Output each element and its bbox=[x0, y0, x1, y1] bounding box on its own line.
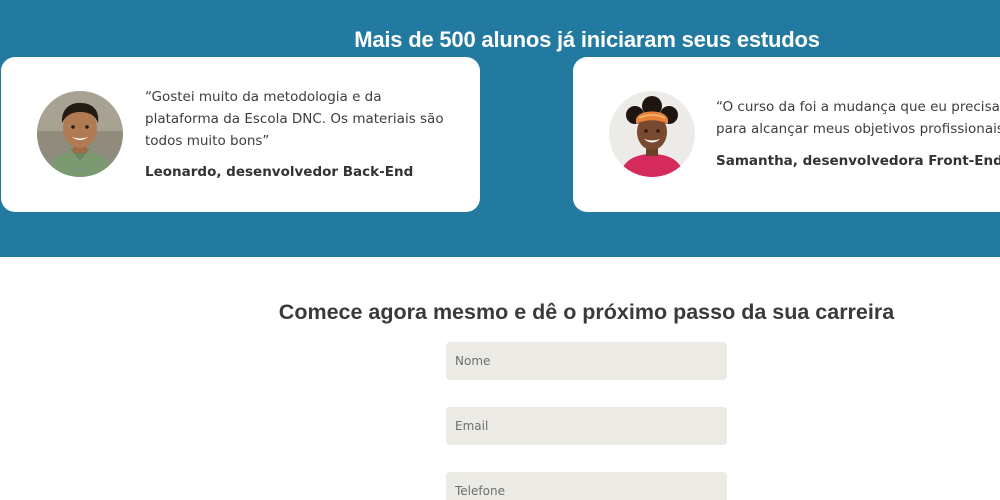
testimonial-author: Leonardo, desenvolvedor Back-End bbox=[145, 164, 414, 180]
testimonial-card: “O curso da foi a mudança que eu precisa… bbox=[573, 57, 1000, 212]
email-field[interactable] bbox=[446, 407, 727, 445]
student-photo-icon bbox=[609, 91, 695, 177]
testimonial-quote-line: para alcançar meus objetivos profissiona… bbox=[716, 121, 1000, 137]
testimonials-title: Mais de 500 alunos já iniciaram seus est… bbox=[354, 27, 820, 53]
testimonial-quote: “O curso da foi a mudança que eu precisa… bbox=[716, 96, 1000, 140]
phone-field[interactable] bbox=[446, 472, 727, 500]
testimonial-quote: “Gostei muito da metodologia e da plataf… bbox=[145, 89, 444, 149]
name-field[interactable] bbox=[446, 342, 727, 380]
avatar-illustration-leonardo bbox=[37, 91, 123, 177]
avatar-illustration-samantha bbox=[609, 91, 695, 177]
landing-page: Mais de 500 alunos já iniciaram seus est… bbox=[0, 0, 1000, 500]
testimonial-author: Samantha, desenvolvedora Front-End bbox=[716, 153, 1000, 169]
signup-title: Comece agora mesmo e dê o próximo passo … bbox=[278, 299, 895, 324]
testimonial-card: “Gostei muito da metodologia e da plataf… bbox=[1, 57, 480, 212]
student-photo-icon bbox=[37, 91, 123, 177]
testimonials-section: Mais de 500 alunos já iniciaram seus est… bbox=[0, 0, 1000, 257]
testimonial-quote-line: “O curso da foi a mudança que eu precisa… bbox=[716, 99, 1000, 115]
